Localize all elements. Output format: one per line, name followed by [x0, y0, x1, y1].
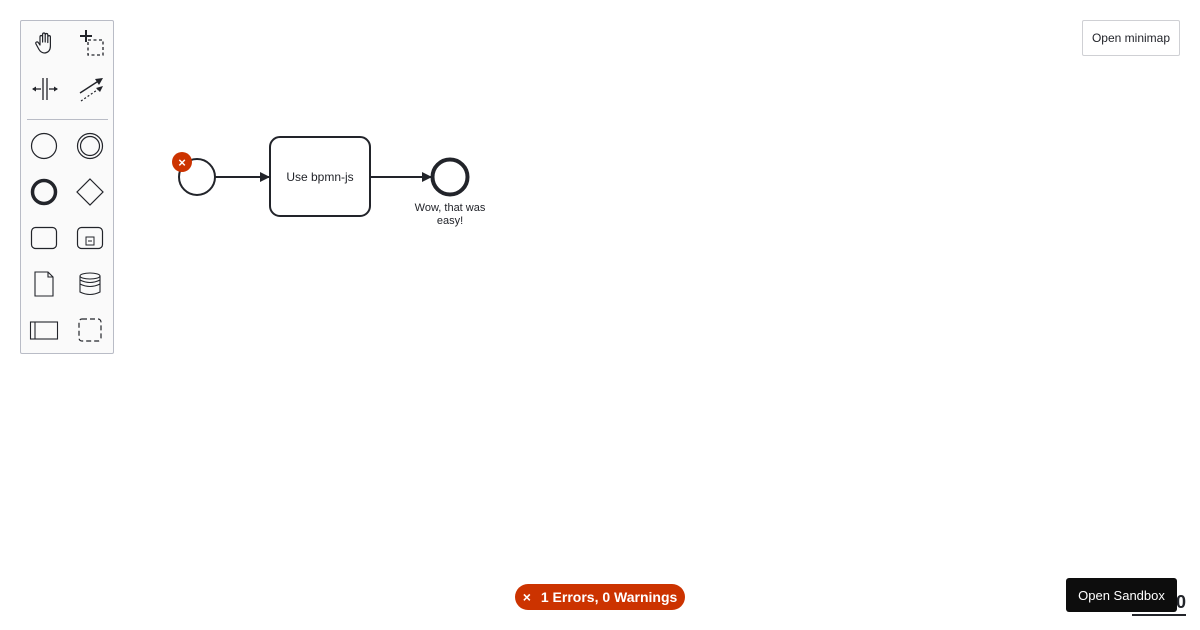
- diagram-layer: [178, 136, 470, 217]
- bpmn-canvas[interactable]: Use bpmn-js Wow, that was easy! × Open m…: [0, 0, 1200, 630]
- error-marker-icon[interactable]: ×: [172, 152, 192, 172]
- end-event[interactable]: [430, 157, 470, 197]
- open-sandbox-button[interactable]: Open Sandbox: [1066, 578, 1177, 612]
- task-label: Use bpmn-js: [286, 169, 354, 184]
- end-event-label: Wow, that was easy!: [414, 202, 486, 227]
- open-minimap-button[interactable]: Open minimap: [1082, 20, 1180, 56]
- linting-summary: 1 Errors, 0 Warnings: [540, 589, 678, 605]
- error-icon: ×: [522, 589, 531, 605]
- linting-status-button[interactable]: × 1 Errors, 0 Warnings: [515, 584, 685, 610]
